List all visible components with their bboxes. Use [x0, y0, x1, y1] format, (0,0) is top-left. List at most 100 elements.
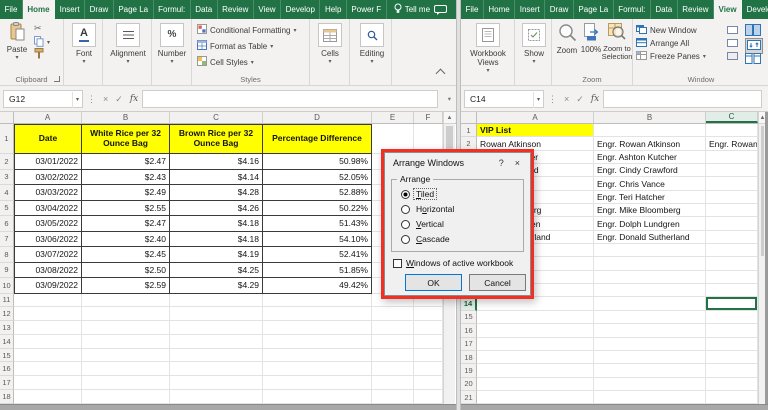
- cell[interactable]: [706, 350, 758, 365]
- cell[interactable]: [477, 337, 594, 351]
- row-header[interactable]: 13: [0, 321, 14, 335]
- row-header[interactable]: 1: [461, 124, 477, 138]
- cell[interactable]: 51.85%: [263, 262, 372, 278]
- row-header[interactable]: 17: [0, 376, 14, 391]
- radio-icon[interactable]: [401, 204, 410, 214]
- row-header[interactable]: 18: [461, 350, 477, 365]
- tab-file[interactable]: File: [461, 0, 484, 19]
- tab-insert[interactable]: Insert: [55, 0, 86, 19]
- cell[interactable]: [594, 364, 706, 378]
- cell[interactable]: Engr. Mike Bloomberg: [594, 204, 706, 218]
- clipboard-dialog-launcher-icon[interactable]: [54, 76, 60, 82]
- cell[interactable]: 03/09/2022: [14, 278, 82, 294]
- cell[interactable]: [170, 307, 263, 322]
- tab-view[interactable]: View: [714, 0, 743, 19]
- cell[interactable]: [594, 297, 706, 311]
- cell[interactable]: [372, 321, 414, 335]
- scrollbar-thumb[interactable]: [761, 126, 764, 256]
- comment-icon[interactable]: [434, 0, 447, 19]
- cell[interactable]: [706, 190, 758, 205]
- workbook-views-button[interactable]: Workbook Views ▾: [464, 23, 512, 74]
- cell[interactable]: [82, 362, 170, 377]
- help-button[interactable]: ?: [490, 158, 513, 168]
- format-painter-button[interactable]: [34, 48, 44, 61]
- select-all-corner[interactable]: [0, 112, 14, 123]
- row-header[interactable]: 12: [0, 307, 14, 322]
- cell[interactable]: [263, 321, 372, 335]
- row-header[interactable]: 14: [0, 334, 14, 349]
- row-header[interactable]: 3: [0, 169, 14, 185]
- formula-bar-expand-icon[interactable]: ▾: [448, 95, 451, 103]
- cell[interactable]: 03/01/2022: [14, 154, 82, 170]
- cell[interactable]: White Rice per 32 Ounce Bag: [82, 124, 170, 154]
- radio-icon[interactable]: [401, 219, 410, 229]
- tab-data[interactable]: Data: [191, 0, 218, 19]
- unhide-icon[interactable]: [727, 52, 738, 60]
- cell[interactable]: [706, 257, 758, 271]
- cell[interactable]: [594, 310, 706, 325]
- freeze-panes-button[interactable]: Freeze Panes ▾: [636, 51, 706, 62]
- cell[interactable]: 50.98%: [263, 154, 372, 170]
- font-group-button[interactable]: A Font ▾: [71, 23, 97, 65]
- tab-review[interactable]: Review: [678, 0, 714, 19]
- cell[interactable]: [706, 230, 758, 245]
- conditional-formatting-button[interactable]: Conditional Formatting ▾: [197, 24, 297, 36]
- cell[interactable]: [706, 177, 758, 191]
- cell[interactable]: [372, 362, 414, 377]
- column-header[interactable]: C: [170, 112, 263, 123]
- cell[interactable]: [263, 362, 372, 377]
- reset-window-position-icon[interactable]: [745, 53, 761, 66]
- cell[interactable]: [82, 390, 170, 404]
- cell[interactable]: Engr. Ashton Kutcher: [594, 150, 706, 165]
- cell[interactable]: [372, 376, 414, 391]
- cell[interactable]: [477, 350, 594, 365]
- tab-insert[interactable]: Insert: [515, 0, 546, 19]
- dialog-titlebar[interactable]: Arrange Windows ? ×: [385, 153, 530, 173]
- cell[interactable]: [372, 348, 414, 363]
- cell-styles-button[interactable]: Cell Styles ▾: [197, 56, 254, 68]
- row-header[interactable]: 15: [461, 310, 477, 325]
- cell[interactable]: [706, 124, 758, 138]
- cell[interactable]: 49.42%: [263, 278, 372, 294]
- cell[interactable]: [594, 377, 706, 391]
- cell[interactable]: [14, 307, 82, 322]
- cell[interactable]: Brown Rice per 32 Ounce Bag: [170, 124, 263, 154]
- cell[interactable]: [477, 324, 594, 338]
- cell[interactable]: Engr. Donald Sutherland: [594, 230, 706, 245]
- cell[interactable]: $4.18: [170, 231, 263, 247]
- cell[interactable]: [170, 293, 263, 308]
- formula-input[interactable]: [142, 90, 438, 108]
- cell[interactable]: $4.25: [170, 262, 263, 278]
- cell[interactable]: $2.50: [82, 262, 170, 278]
- cell[interactable]: [594, 257, 706, 271]
- cell[interactable]: [170, 334, 263, 349]
- row-header[interactable]: 5: [0, 200, 14, 216]
- cell[interactable]: [372, 334, 414, 349]
- column-header[interactable]: A: [14, 112, 82, 123]
- hide-icon[interactable]: [727, 39, 738, 47]
- cell[interactable]: [170, 376, 263, 391]
- cell[interactable]: [14, 376, 82, 391]
- alignment-group-button[interactable]: Alignment ▾: [110, 23, 146, 65]
- cell[interactable]: 03/06/2022: [14, 231, 82, 247]
- cell[interactable]: [14, 321, 82, 335]
- cell[interactable]: $2.49: [82, 185, 170, 201]
- cell[interactable]: 52.88%: [263, 185, 372, 201]
- row-header[interactable]: 19: [461, 364, 477, 378]
- column-header[interactable]: D: [263, 112, 372, 123]
- cell[interactable]: [594, 324, 706, 338]
- editing-group-button[interactable]: Editing ▾: [358, 23, 386, 65]
- tab-file[interactable]: File: [0, 0, 23, 19]
- row-header[interactable]: 17: [461, 337, 477, 351]
- row-header[interactable]: 20: [461, 377, 477, 391]
- cell[interactable]: [372, 307, 414, 322]
- cell[interactable]: [594, 337, 706, 351]
- cell[interactable]: [594, 350, 706, 365]
- cell[interactable]: [706, 270, 758, 285]
- cancel-button[interactable]: Cancel: [469, 274, 526, 291]
- cell[interactable]: [263, 293, 372, 308]
- column-header[interactable]: B: [82, 112, 170, 123]
- tab-data[interactable]: Data: [651, 0, 678, 19]
- cell[interactable]: [706, 337, 758, 351]
- row-header[interactable]: 14: [461, 297, 477, 311]
